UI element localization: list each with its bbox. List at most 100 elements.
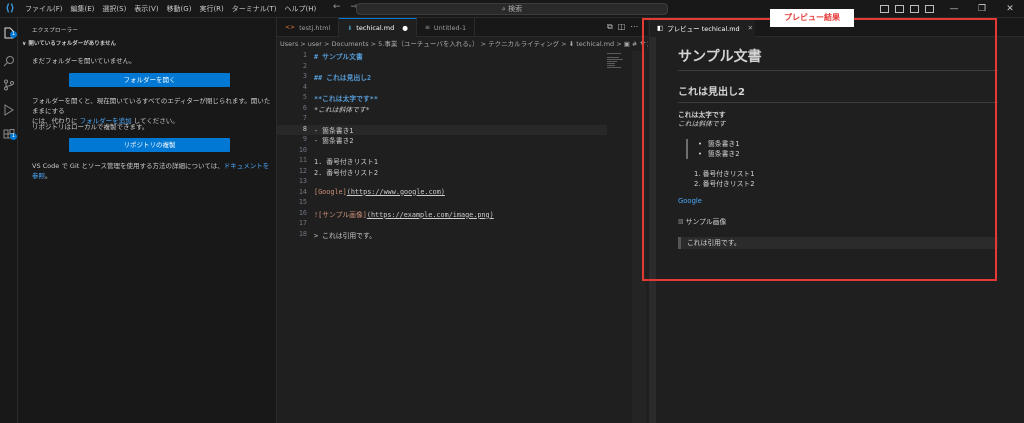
no-open-folder-section[interactable]: ∨ 開いているフォルダーがありません	[22, 39, 116, 47]
back-arrow-icon[interactable]: ←	[333, 2, 341, 12]
line-number: 3	[302, 72, 307, 80]
menu-run[interactable]: 実行(R)	[195, 4, 227, 14]
git-help-text: VS Code で Git とソース管理を使用する方法の詳細については、ドキュメ…	[32, 161, 272, 181]
markdown-file-icon: ⬇	[347, 24, 353, 32]
line-number: 5	[302, 93, 307, 101]
explorer-sidebar: エクスプローラー ∨ 開いているフォルダーがありません まだフォルダーを開いてい…	[18, 18, 277, 423]
tab-label: techical.md	[356, 24, 395, 32]
line-text: *これは斜体です*	[314, 105, 370, 114]
search-icon[interactable]	[3, 52, 15, 67]
split-editor-icon[interactable]: ◫	[618, 22, 626, 32]
open-folder-button[interactable]: フォルダーを開く	[69, 73, 230, 87]
run-debug-icon[interactable]	[3, 101, 15, 116]
minimap[interactable]	[607, 53, 631, 77]
code-line: 3 ## これは見出し2	[277, 72, 607, 83]
line-number: 17	[298, 219, 307, 227]
image-url[interactable]: (https://example.com/image.png)	[367, 211, 494, 219]
sidebar-header: エクスプローラー	[32, 28, 79, 34]
link-url[interactable]: (https://www.google.com)	[347, 188, 445, 196]
line-number: 14	[298, 187, 307, 196]
menu-selection[interactable]: 選択(S)	[98, 4, 130, 14]
code-line: 15	[277, 198, 607, 209]
vscode-logo-icon: ⟨⟩	[5, 2, 15, 14]
menu-go[interactable]: 移動(G)	[163, 4, 196, 14]
tab-untitled-1[interactable]: ≡ Untitled-1	[417, 18, 476, 37]
menu-help[interactable]: ヘルプ(H)	[281, 4, 321, 14]
line-text: - 箇条書き1	[314, 126, 354, 135]
tab-label: testj.html	[299, 23, 331, 32]
line-text: 2. 番号付きリスト2	[314, 168, 378, 177]
tab-techical-md[interactable]: ⬇ techical.md ●	[339, 18, 417, 37]
more-actions-icon[interactable]: ⋯	[630, 22, 638, 32]
activity-bar: 1 1	[0, 18, 18, 423]
customize-layout-icon[interactable]	[925, 5, 934, 13]
code-line: 14 [Google](https://www.google.com)	[277, 188, 607, 199]
title-bar: ⟨⟩ ファイル(F) 編集(E) 選択(S) 表示(V) 移動(G) 実行(R)…	[0, 0, 1024, 18]
code-line: 16 ![サンプル画像](https://example.com/image.pn…	[277, 209, 607, 220]
line-number: 10	[298, 145, 307, 154]
code-line: 1 # サンプル文書	[277, 51, 607, 62]
code-line: 9 - 箇条書き2	[277, 135, 607, 146]
breadcrumb[interactable]: Users > user > Documents > 5.事業（ユーチューバを入…	[277, 38, 648, 51]
code-line: 2	[277, 62, 607, 73]
annotation-label: プレビュー結果	[770, 9, 854, 27]
source-control-icon[interactable]	[3, 76, 15, 91]
line-text: **これは太字です**	[314, 95, 378, 103]
line-number: 6	[302, 103, 307, 112]
code-line: 7	[277, 114, 607, 125]
menu-bar: ファイル(F) 編集(E) 選択(S) 表示(V) 移動(G) 実行(R) ター…	[21, 4, 320, 14]
toggle-secondary-sidebar-icon[interactable]	[910, 5, 919, 13]
code-line: 10	[277, 146, 607, 157]
command-search-box[interactable]: ⌕ 検索	[356, 3, 668, 15]
maximize-button[interactable]: ❐	[968, 4, 996, 14]
menu-file[interactable]: ファイル(F)	[21, 4, 67, 14]
line-text: 1. 番号付きリスト1	[314, 158, 378, 166]
code-line: 13	[277, 177, 607, 188]
open-folder-desc-line1: フォルダーを開くと、現在開いているすべてのエディターが閉じられます。開いたままに…	[32, 97, 271, 115]
extensions-badge: 1	[10, 133, 17, 140]
code-line: 4	[277, 83, 607, 94]
search-placeholder: 検索	[508, 5, 523, 13]
line-number: 15	[298, 198, 307, 206]
code-line: 6 *これは斜体です*	[277, 104, 607, 115]
line-text: > これは引用です。	[314, 231, 376, 240]
line-number: 18	[298, 229, 307, 238]
editor-tabs: <> testj.html ⬇ techical.md ● ≡ Untitled…	[277, 18, 648, 37]
code-editor[interactable]: 1 # サンプル文書 2 3 ## これは見出し2 4 5 **これは太字です** 6…	[277, 51, 648, 423]
line-number: 16	[298, 208, 307, 217]
clone-repository-button[interactable]: リポジトリの複製	[69, 138, 230, 152]
toggle-primary-sidebar-icon[interactable]	[880, 5, 889, 13]
tab-testj-html[interactable]: <> testj.html	[277, 18, 340, 37]
toggle-panel-icon[interactable]	[895, 5, 904, 13]
line-number: 4	[302, 82, 307, 91]
editor-actions: ⧉ ◫ ⋯	[607, 22, 638, 32]
open-preview-icon[interactable]: ⧉	[607, 22, 613, 32]
minimize-button[interactable]: —	[940, 4, 968, 14]
menu-view[interactable]: 表示(V)	[130, 4, 162, 14]
line-text: # サンプル文書	[314, 53, 363, 61]
link-text: [Google]	[314, 187, 347, 196]
clone-text: リポジトリはローカルで複製できます。	[32, 123, 149, 131]
line-number: 11	[298, 156, 307, 164]
annotation-highlight-box	[642, 18, 997, 281]
line-number: 13	[298, 177, 307, 185]
no-folder-text: まだフォルダーを開いていません。	[32, 57, 136, 65]
line-text: [Google](https://www.google.com)	[314, 188, 445, 196]
line-number: 12	[298, 166, 307, 175]
section-title: 開いているフォルダーがありません	[28, 41, 117, 47]
tab-label: Untitled-1	[433, 23, 467, 32]
dirty-indicator-icon[interactable]: ●	[402, 24, 408, 32]
menu-edit[interactable]: 編集(E)	[67, 4, 99, 14]
line-text: ![サンプル画像](https://example.com/image.png)	[314, 209, 494, 219]
explorer-badge: 1	[10, 31, 17, 38]
menu-terminal[interactable]: ターミナル(T)	[228, 4, 281, 14]
code-line: 5 **これは太字です**	[277, 93, 607, 104]
explorer-icon[interactable]: 1	[3, 24, 17, 39]
line-number: 9	[302, 135, 307, 143]
extensions-icon[interactable]: 1	[3, 126, 17, 140]
code-line-current: 8 - 箇条書き1	[277, 124, 607, 135]
close-button[interactable]: ✕	[996, 4, 1024, 14]
line-number: 1	[302, 51, 307, 59]
window-controls: — ❐ ✕	[880, 0, 1024, 18]
code-line: 12 2. 番号付きリスト2	[277, 167, 607, 178]
